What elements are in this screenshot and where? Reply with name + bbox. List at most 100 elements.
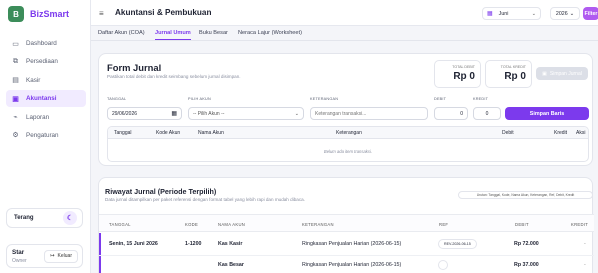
column-header: Debit <box>502 130 514 136</box>
empty-state-text: Belum ada item transaksi. <box>323 149 373 154</box>
history-title: Riwayat Jurnal (Periode Terpilih) <box>105 187 217 196</box>
date-value: 29/06/2026 <box>112 110 138 117</box>
sort-order-badge: Urutan: Tanggal, Kode, Nama Akun, Ketera… <box>458 191 593 199</box>
sidebar-item-label: Kasir <box>26 76 41 84</box>
sidebar-nav: ▭ Dashboard ⧉ Persediaan ▤ Kasir ▣ Akunt… <box>6 35 86 145</box>
cell-keterangan: Ringkasan Penjualan Harian (2026-06-15) <box>302 241 402 247</box>
account-select-value: -- Pilih Akun -- <box>193 110 225 117</box>
form-title: Form Jurnal <box>107 62 162 73</box>
debit-input[interactable]: 0 <box>434 107 468 120</box>
total-debit-label: TOTAL DEBIT <box>452 65 475 69</box>
total-debit-value: Rp 0 <box>453 71 475 82</box>
year-select[interactable]: 2026 ⌄ <box>550 7 580 20</box>
accounting-icon: ▣ <box>12 95 19 103</box>
sidebar-item-akuntansi[interactable]: ▣ Akuntansi <box>6 90 86 108</box>
kredit-value: 0 <box>485 110 489 117</box>
filter-button[interactable]: Filter <box>583 7 598 20</box>
brand[interactable]: B BizSmart <box>8 6 69 22</box>
cell-nama: Kas Besar <box>218 262 244 268</box>
account-select[interactable]: -- Pilih Akun -- ⌄ <box>188 107 304 120</box>
kredit-input[interactable]: 0 <box>473 107 501 120</box>
date-input[interactable]: 29/06/2026 ▦ <box>107 107 182 120</box>
tab-neraca-lajur[interactable]: Neraca Lajur (Worksheet) <box>238 30 302 36</box>
moon-icon[interactable]: ☾ <box>63 211 77 225</box>
column-header: Kredit <box>554 130 568 136</box>
tab-bar: Daftar Akun (COA) Jurnal Umum Buku Besar… <box>91 26 598 41</box>
logout-button[interactable]: ↦ Keluar <box>44 249 78 263</box>
page-title: Akuntansi & Pembukuan <box>115 8 212 17</box>
keterangan-input[interactable] <box>310 107 428 120</box>
top-bar: ≡ Akuntansi & Pembukuan ▦ Juni ⌄ 2026 ⌄ … <box>91 0 598 26</box>
table-row[interactable]: Kas Besar Ringkasan Penjualan Harian (20… <box>99 255 594 273</box>
total-kredit-box: TOTAL KREDIT Rp 0 <box>485 60 532 88</box>
table-row[interactable]: Senin, 15 Juni 2026 1-1200 Kas Kasir Rin… <box>99 235 594 254</box>
akun-label: PILIH AKUN <box>188 97 211 101</box>
save-journal-label: Simpan Jurnal <box>549 70 582 77</box>
form-subtitle: Pastikan total debit dan kredit seimbang… <box>107 74 241 79</box>
ref-empty-marker <box>438 260 448 270</box>
cell-kredit: - <box>584 241 586 247</box>
debit-value: 0 <box>460 110 463 117</box>
tab-jurnal-umum[interactable]: Jurnal Umum <box>155 30 191 40</box>
column-header: Kode Akun <box>156 130 181 136</box>
menu-icon[interactable]: ≡ <box>99 9 104 18</box>
sidebar-item-label: Pengaturan <box>26 131 59 139</box>
journal-form-card: Form Jurnal Pastikan total debit dan kre… <box>98 53 593 166</box>
column-header: DEBIT <box>515 222 529 227</box>
report-chart-icon: ⌁ <box>13 114 18 122</box>
cell-kode: 1-1200 <box>185 241 202 247</box>
ref-badge: REV-2026-06-15 <box>438 239 477 249</box>
journal-items-table: Tanggal Kode Akun Nama Akun Keterangan D… <box>107 126 589 162</box>
total-kredit-label: TOTAL KREDIT <box>500 65 526 69</box>
period-select[interactable]: ▦ Juni ⌄ <box>482 7 541 20</box>
sidebar-item-pengaturan[interactable]: ⚙ Pengaturan <box>6 127 86 144</box>
sidebar: B BizSmart ▭ Dashboard ⧉ Persediaan ▤ Ka… <box>0 0 91 273</box>
gear-icon: ⚙ <box>12 132 19 140</box>
inventory-icon: ⧉ <box>13 57 18 65</box>
tab-daftar-akun[interactable]: Daftar Akun (COA) <box>98 30 145 36</box>
cell-debit: Rp 37.000 <box>514 262 539 268</box>
period-value: Juni <box>498 10 509 17</box>
history-table-header: TANGGAL KODE NAMA AKUN KETERANGAN REF DE… <box>99 214 594 232</box>
tanggal-label: TANGGAL <box>107 97 127 101</box>
cell-keterangan: Ringkasan Penjualan Harian (2026-06-15) <box>302 262 402 268</box>
cell-nama: Kas Kasir <box>218 241 243 247</box>
chevron-down-icon: ⌄ <box>531 10 536 17</box>
history-subtitle: Data jurnal ditampilkan per paket refere… <box>105 197 305 202</box>
tab-buku-besar[interactable]: Buku Besar <box>199 30 228 36</box>
total-kredit-value: Rp 0 <box>504 71 526 82</box>
year-value: 2026 <box>555 10 568 17</box>
column-header: KETERANGAN <box>302 222 334 227</box>
sidebar-item-laporan[interactable]: ⌁ Laporan <box>6 109 86 126</box>
calendar-icon: ▦ <box>487 11 493 17</box>
table-header: Tanggal Kode Akun Nama Akun Keterangan D… <box>108 127 588 139</box>
kredit-label: KREDIT <box>473 97 489 101</box>
column-header: KREDIT <box>571 222 589 227</box>
sidebar-item-label: Akuntansi <box>26 95 57 103</box>
user-name: Star <box>12 248 25 256</box>
app-name: BizSmart <box>30 9 70 19</box>
dashboard-icon: ▭ <box>12 40 19 48</box>
sidebar-item-kasir[interactable]: ▤ Kasir <box>6 72 86 89</box>
theme-switcher[interactable]: Terang ☾ <box>6 208 83 228</box>
journal-history-card: Riwayat Jurnal (Periode Terpilih) Data j… <box>98 177 594 273</box>
sidebar-item-dashboard[interactable]: ▭ Dashboard <box>6 35 86 52</box>
sidebar-item-label: Laporan <box>26 113 50 121</box>
user-role: Owner <box>12 257 27 264</box>
sidebar-item-label: Persediaan <box>26 58 58 66</box>
save-icon: ▣ <box>542 70 547 77</box>
user-card: Star Owner ↦ Keluar <box>6 244 83 268</box>
save-row-button[interactable]: Simpan Baris <box>505 107 589 120</box>
calendar-icon: ▦ <box>171 111 177 117</box>
column-header: Keterangan <box>336 130 362 136</box>
save-journal-button[interactable]: ▣ Simpan Jurnal <box>536 67 588 80</box>
cell-debit: Rp 72.000 <box>514 241 539 247</box>
column-header: TANGGAL <box>109 222 131 227</box>
column-header: Nama Akun <box>198 130 224 136</box>
column-header: KODE <box>185 222 199 227</box>
sidebar-item-persediaan[interactable]: ⧉ Persediaan <box>6 53 86 70</box>
chevron-down-icon: ⌄ <box>294 110 299 117</box>
chevron-down-icon: ⌄ <box>569 10 575 17</box>
cashier-icon: ▤ <box>12 77 19 85</box>
debit-label: DEBIT <box>434 97 447 101</box>
